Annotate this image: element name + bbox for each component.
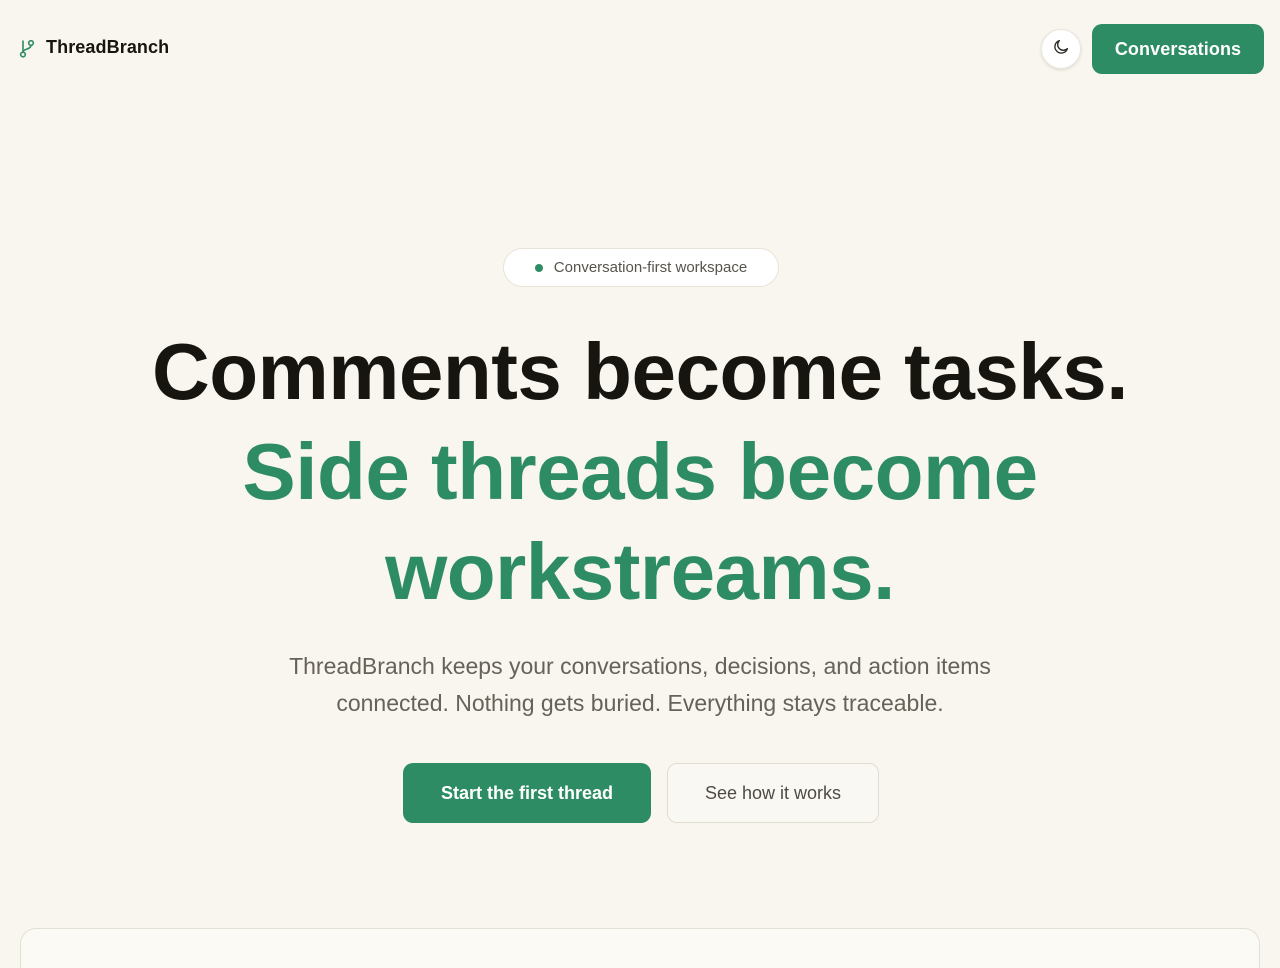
hero-headline: Comments become tasks. Side threads beco…: [140, 322, 1140, 622]
git-branch-icon: [18, 38, 36, 58]
start-thread-button[interactable]: Start the first thread: [403, 763, 651, 823]
brand-logo-link[interactable]: ThreadBranch: [18, 37, 169, 58]
top-navigation: ThreadBranch Conversations: [0, 0, 1280, 98]
hero-badge: Conversation-first workspace: [503, 248, 779, 287]
headline-accent-text: Side threads become workstreams.: [242, 427, 1038, 616]
headline-primary-text: Comments become tasks.: [151, 327, 1129, 416]
hero-subheadline: ThreadBranch keeps your conversations, d…: [289, 653, 991, 716]
status-dot-icon: [534, 263, 543, 272]
preview-card: [20, 928, 1260, 968]
conversations-button[interactable]: Conversations: [1092, 24, 1264, 74]
see-how-it-works-button[interactable]: See how it works: [667, 763, 879, 823]
brand-name: ThreadBranch: [46, 37, 170, 57]
hero-badge-label: Conversation-first workspace: [553, 259, 748, 276]
moon-icon: [1052, 38, 1070, 61]
theme-toggle-button[interactable]: [1041, 29, 1081, 69]
